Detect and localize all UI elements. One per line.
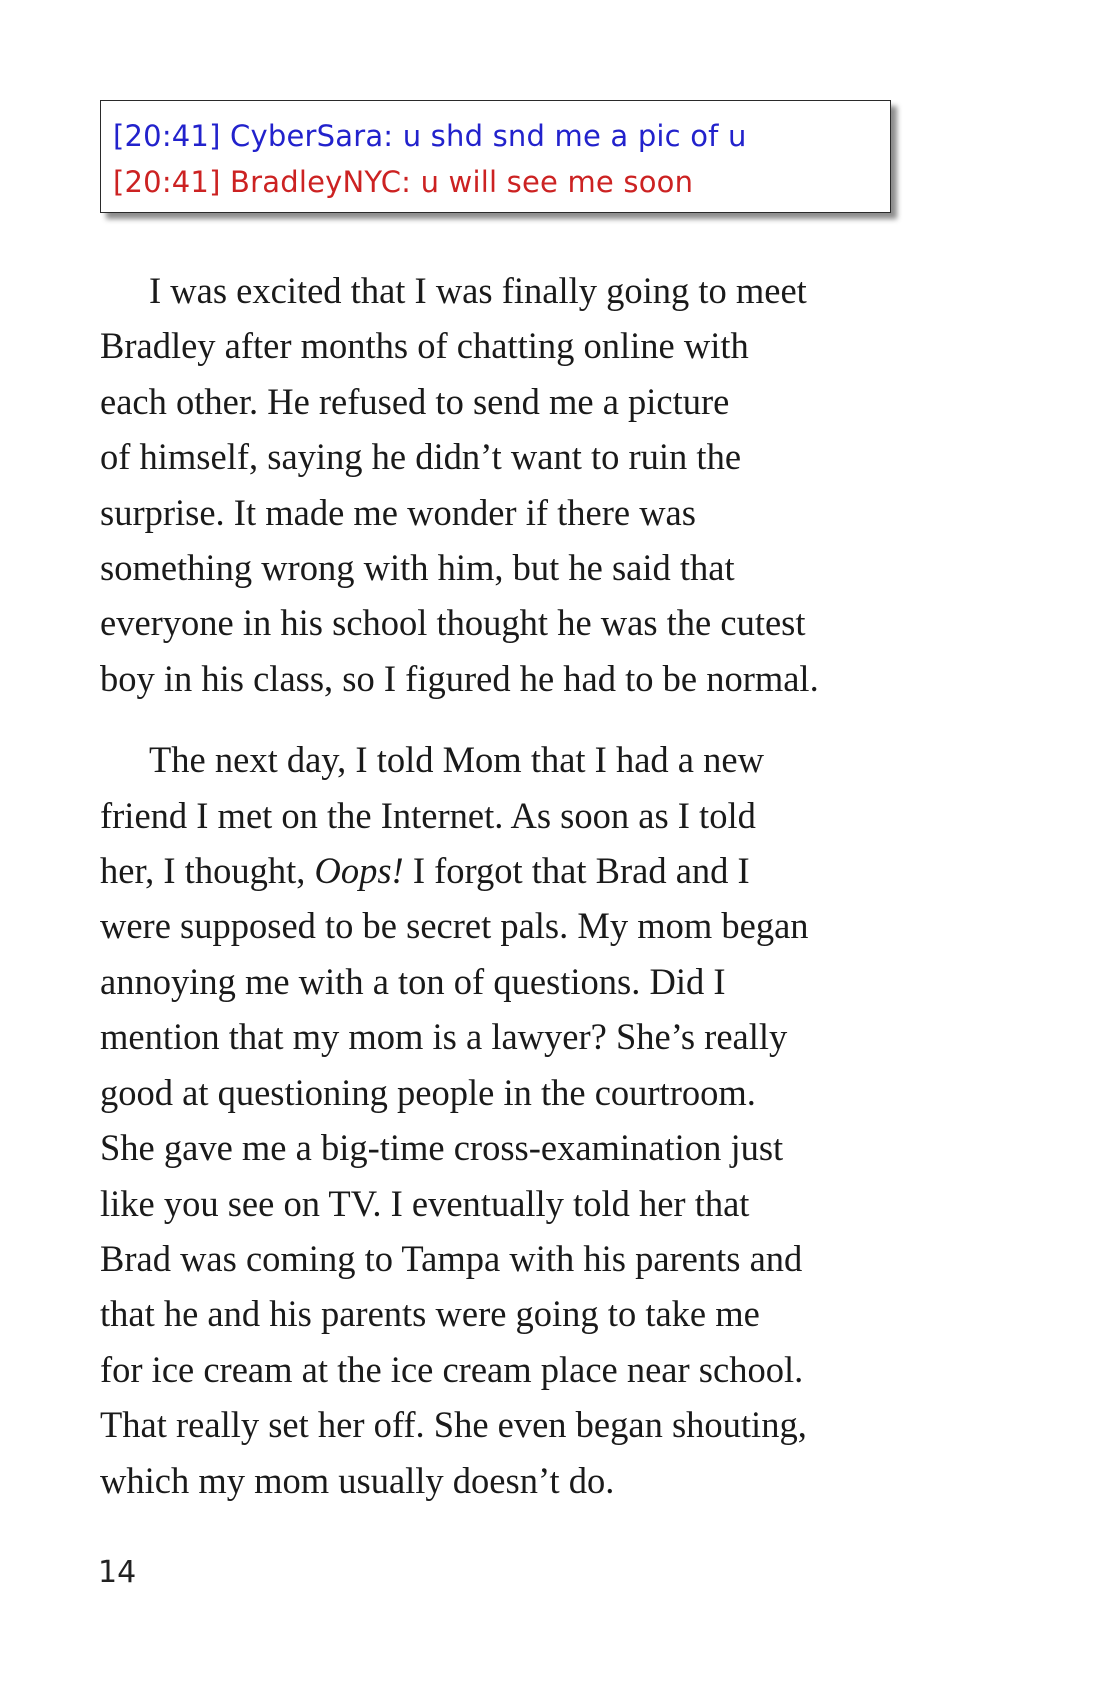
chat-log-box: [20:41] CyberSara: u shd snd me a pic of… bbox=[100, 100, 891, 213]
text-line: for ice cream at the ice cream place nea… bbox=[100, 1348, 804, 1390]
text-line: were supposed to be secret pals. My mom … bbox=[100, 905, 809, 947]
text-line: Bradley after months of chatting online … bbox=[100, 325, 749, 367]
chat-username: BradleyNYC: bbox=[230, 165, 412, 199]
text-segment: her, I thought, bbox=[100, 850, 315, 892]
chat-timestamp: [20:41] bbox=[113, 165, 221, 199]
text-line: everyone in his school thought he was th… bbox=[100, 602, 806, 644]
text-line: mention that my mom is a lawyer? She’s r… bbox=[100, 1016, 788, 1058]
text-line: I was excited that I was finally going t… bbox=[149, 270, 807, 311]
italic-thought: Oops! bbox=[314, 850, 404, 892]
text-line: something wrong with him, but he said th… bbox=[100, 547, 735, 589]
text-segment: I forgot that Brad and I bbox=[403, 850, 750, 892]
text-line: good at questioning people in the courtr… bbox=[100, 1071, 756, 1113]
text-line: Brad was coming to Tampa with his parent… bbox=[100, 1237, 803, 1279]
story-text: I was excited that I was finally going t… bbox=[100, 263, 920, 1534]
text-line: friend I met on the Internet. As soon as… bbox=[100, 794, 756, 836]
paragraph-1: I was excited that I was finally going t… bbox=[100, 263, 920, 706]
text-line: surprise. It made me wonder if there was bbox=[100, 491, 696, 533]
text-line-with-italic: her, I thought, Oops! I forgot that Brad… bbox=[100, 843, 920, 898]
text-line: That really set her off. She even began … bbox=[100, 1404, 807, 1446]
chat-message: u shd snd me a pic of u bbox=[402, 119, 747, 153]
text-line: annoying me with a ton of questions. Did… bbox=[100, 960, 726, 1002]
text-line: each other. He refused to send me a pict… bbox=[100, 380, 730, 422]
page-number: 14 bbox=[98, 1555, 137, 1590]
text-line: that he and his parents were going to ta… bbox=[100, 1293, 760, 1335]
chat-timestamp: [20:41] bbox=[113, 119, 221, 153]
chat-line-cybersara: [20:41] CyberSara: u shd snd me a pic of… bbox=[113, 113, 878, 159]
chat-username: CyberSara: bbox=[230, 119, 394, 153]
text-line: which my mom usually doesn’t do. bbox=[100, 1459, 615, 1501]
text-line: The next day, I told Mom that I had a ne… bbox=[149, 739, 764, 781]
chat-line-bradleynyc: [20:41] BradleyNYC: u will see me soon bbox=[113, 159, 878, 205]
chat-message: u will see me soon bbox=[420, 165, 694, 199]
text-line: boy in his class, so I figured he had to… bbox=[100, 657, 819, 699]
book-page: [20:41] CyberSara: u shd snd me a pic of… bbox=[0, 0, 1100, 1700]
text-line: of himself, saying he didn’t want to rui… bbox=[100, 436, 742, 478]
paragraph-2: The next day, I told Mom that I had a ne… bbox=[100, 732, 920, 1508]
text-line: like you see on TV. I eventually told he… bbox=[100, 1182, 750, 1224]
text-line: She gave me a big-time cross-examination… bbox=[100, 1127, 784, 1169]
